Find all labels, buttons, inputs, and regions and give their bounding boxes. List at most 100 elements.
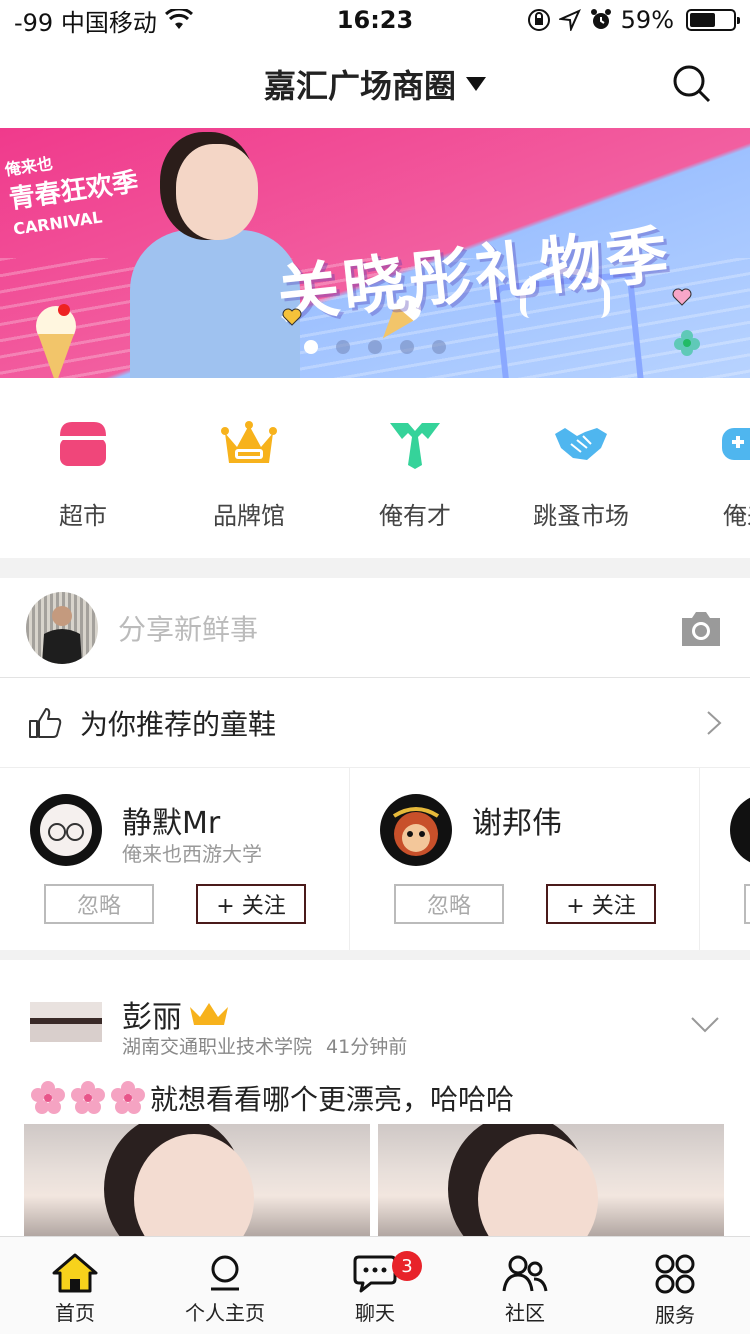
ignore-button-partial[interactable]	[744, 884, 750, 924]
category-supermarket[interactable]: 超市	[0, 378, 166, 558]
gamepad-icon	[719, 416, 750, 472]
category-brand-hall[interactable]: 品牌馆	[166, 378, 332, 558]
carousel-dot[interactable]	[400, 340, 414, 354]
tab-services[interactable]: 服务	[600, 1237, 750, 1334]
store-icon	[55, 416, 111, 472]
share-composer[interactable]: 分享新鲜事	[0, 578, 750, 678]
suggested-user-card[interactable]: 谢邦伟 忽略 + 关注	[350, 768, 700, 950]
location-icon	[558, 9, 581, 31]
photo-face	[478, 1134, 598, 1236]
category-label: 俺来	[723, 502, 750, 530]
tab-home[interactable]: 首页	[0, 1237, 150, 1334]
location-selector[interactable]: 嘉汇广场商圈	[264, 61, 486, 107]
community-icon	[502, 1255, 548, 1292]
tab-profile[interactable]: 个人主页	[150, 1237, 300, 1334]
category-row: 超市 品牌馆 俺有才 跳蚤市场 俺来	[0, 378, 750, 558]
heart-icon	[282, 308, 302, 326]
person-icon	[211, 1255, 239, 1291]
cherry-blossom-icon	[71, 1081, 105, 1114]
post-text: 就想看看哪个更漂亮，哈哈哈	[150, 1083, 515, 1116]
tab-label: 个人主页	[185, 1301, 265, 1325]
flower-icon	[674, 330, 700, 356]
follow-button[interactable]: + 关注	[546, 884, 656, 924]
recommend-title: 为你推荐的童鞋	[80, 707, 277, 741]
carousel-dot[interactable]	[304, 340, 318, 354]
triangle-down-icon	[466, 77, 486, 91]
category-label: 俺有才	[379, 502, 451, 530]
rotation-lock-icon	[527, 9, 550, 31]
post-photo[interactable]	[378, 1124, 724, 1236]
post-text-row: 就想看看哪个更漂亮，哈哈哈	[30, 1078, 514, 1118]
status-left: -99 中国移动	[14, 3, 193, 38]
tab-chat[interactable]: 聊天 3	[300, 1237, 450, 1334]
suggested-users-carousel[interactable]: 静默Mr 俺来也西游大学 忽略 + 关注 谢邦伟 忽略 + 关注	[0, 768, 750, 950]
post-author[interactable]: 彭丽	[122, 992, 182, 1036]
ignore-button[interactable]: 忽略	[44, 884, 154, 924]
alarm-icon	[590, 9, 611, 29]
carousel-dot[interactable]	[336, 340, 350, 354]
post-time: 41分钟前	[326, 1036, 408, 1058]
avatar[interactable]	[30, 1002, 102, 1042]
camera-icon[interactable]	[678, 608, 724, 648]
tab-label: 社区	[505, 1301, 545, 1325]
category-label: 品牌馆	[213, 502, 285, 530]
section-divider	[0, 950, 750, 960]
handshake-icon	[553, 416, 609, 472]
tab-community[interactable]: 社区	[450, 1237, 600, 1334]
carrier-text: -99 中国移动	[14, 8, 157, 37]
ignore-button[interactable]: 忽略	[394, 884, 504, 924]
unread-badge: 3	[392, 1251, 422, 1281]
recommend-header[interactable]: 为你推荐的童鞋	[0, 678, 750, 768]
status-right: 59%	[527, 6, 740, 34]
category-label: 跳蚤市场	[533, 502, 629, 530]
post-meta: 湖南交通职业技术学院 41分钟前	[122, 1032, 407, 1059]
photo-face	[134, 1134, 254, 1236]
post-author-row: 彭丽	[122, 992, 230, 1036]
user-school: 俺来也西游大学	[122, 842, 262, 866]
category-games[interactable]: 俺来	[664, 378, 750, 558]
avatar[interactable]	[730, 794, 750, 866]
section-divider	[0, 558, 750, 578]
tab-label: 首页	[55, 1301, 95, 1325]
wifi-icon	[164, 9, 193, 29]
tab-label: 服务	[655, 1303, 695, 1327]
home-icon	[52, 1253, 98, 1293]
category-flea-market[interactable]: 跳蚤市场	[498, 378, 664, 558]
header-bar: 嘉汇广场商圈	[0, 40, 750, 128]
crown-icon	[190, 1003, 228, 1025]
user-name[interactable]: 静默Mr	[122, 798, 220, 842]
page-title: 嘉汇广场商圈	[263, 67, 456, 105]
avatar[interactable]	[26, 591, 98, 664]
carousel-dot[interactable]	[432, 340, 446, 354]
model-head	[176, 144, 258, 240]
feed-post[interactable]: 彭丽 湖南交通职业技术学院 41分钟前 就想看看哪个更漂亮，哈哈哈	[0, 960, 750, 1236]
chevron-down-icon[interactable]	[690, 1016, 720, 1034]
suggested-user-card[interactable]: 静默Mr 俺来也西游大学 忽略 + 关注	[0, 768, 350, 950]
tab-label: 聊天	[355, 1301, 395, 1325]
bottom-tab-bar: 首页 个人主页 聊天 3 社区 服务	[0, 1236, 750, 1334]
search-button[interactable]	[672, 64, 712, 108]
follow-button[interactable]: + 关注	[196, 884, 306, 924]
cherry-blossom-icon	[111, 1081, 145, 1114]
promo-banner[interactable]: 俺来也 青春狂欢季 CARNIVAL 关晓彤礼物季	[0, 128, 750, 378]
battery-percent: 59%	[620, 6, 674, 34]
grid-icon	[655, 1254, 695, 1294]
share-input[interactable]: 分享新鲜事	[118, 608, 678, 648]
tie-icon	[387, 416, 443, 472]
user-name[interactable]: 谢邦伟	[472, 798, 562, 842]
banner-badge: 俺来也 青春狂欢季 CARNIVAL	[3, 137, 147, 264]
category-talent[interactable]: 俺有才	[332, 378, 498, 558]
post-photo[interactable]	[24, 1124, 370, 1236]
search-icon	[673, 65, 711, 103]
cherry-blossom-icon	[31, 1081, 65, 1114]
post-school: 湖南交通职业技术学院	[122, 1036, 313, 1058]
thumbs-up-icon	[29, 707, 62, 738]
avatar[interactable]	[30, 794, 102, 866]
suggested-user-card-partial[interactable]	[700, 768, 750, 950]
ice-cream-icon	[36, 304, 76, 378]
avatar[interactable]	[380, 794, 452, 866]
crown-icon	[221, 416, 277, 472]
carousel-dot[interactable]	[368, 340, 382, 354]
battery-icon	[686, 9, 740, 31]
carousel-indicator[interactable]	[304, 340, 446, 354]
